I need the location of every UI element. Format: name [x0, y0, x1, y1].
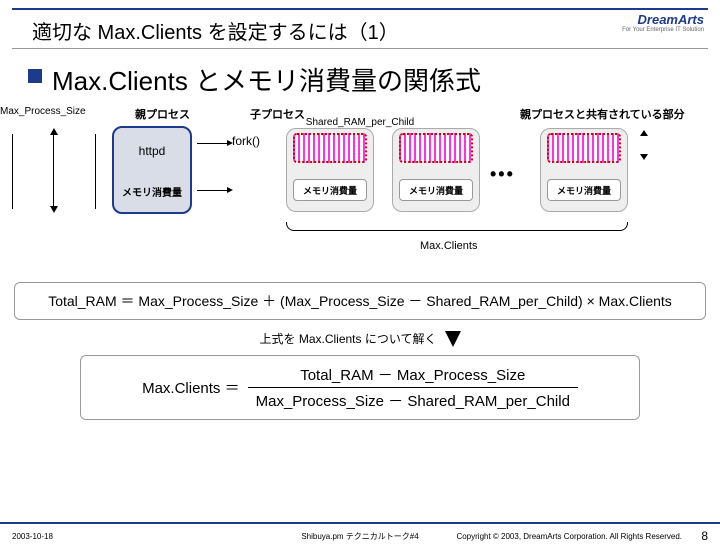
- httpd-label: httpd: [114, 144, 190, 158]
- shared-region: [293, 133, 367, 163]
- child-label: 子プロセス: [250, 106, 305, 122]
- arrow-down-icon: [445, 331, 461, 347]
- result-lhs: Max.Clients ＝: [142, 377, 240, 398]
- denominator: Max_Process_Size － Shared_RAM_per_Child: [248, 387, 578, 411]
- measure-line: [12, 134, 13, 209]
- measure-line: [95, 134, 96, 209]
- shared-region: [547, 133, 621, 163]
- brace-icon: [286, 218, 628, 236]
- bullet-icon: [28, 69, 42, 83]
- fork-arrow-icon: [197, 143, 227, 144]
- shared-region: [399, 133, 473, 163]
- formula-result: Max.Clients ＝ Total_RAM － Max_Process_Si…: [80, 355, 640, 420]
- numerator: Total_RAM － Max_Process_Size: [292, 364, 533, 387]
- arrow-down-icon: [640, 154, 648, 160]
- main-heading: Max.Clients とメモリ消費量の関係式: [28, 61, 720, 98]
- formula-total: Total_RAM ＝ Max_Process_Size ＋ (Max_Proc…: [14, 282, 706, 320]
- solve-text: 上式を Max.Clients について解く: [260, 330, 437, 347]
- main-heading-text: Max.Clients とメモリ消費量の関係式: [52, 61, 481, 98]
- child-process-box: メモリ消費量: [286, 128, 374, 212]
- footer: 2003-10-18 Shibuya.pm テクニカルトーク#4 Copyrig…: [0, 522, 720, 548]
- memory-label: メモリ消費量: [547, 179, 621, 201]
- memory-label: メモリ消費量: [399, 179, 473, 201]
- arrow-up-icon: [50, 128, 58, 135]
- solve-row: 上式を Max.Clients について解く: [0, 330, 720, 347]
- parent-process-box: httpd メモリ消費量: [112, 126, 192, 214]
- top-rule: [12, 8, 708, 10]
- child-process-box: メモリ消費量: [540, 128, 628, 212]
- measure-arrow: [53, 135, 54, 207]
- brand-tagline: For Your Enterprise IT Solution: [622, 27, 704, 33]
- brand-logo: DreamArts: [638, 12, 704, 27]
- fork-label: fork(): [232, 134, 260, 148]
- fraction: Total_RAM － Max_Process_Size Max_Process…: [248, 364, 578, 411]
- arrow-down-icon: [50, 206, 58, 213]
- shared-label: 親プロセスと共有されている部分: [520, 106, 685, 122]
- slide-title: 適切な Max.Clients を設定するには（1）: [32, 16, 720, 45]
- child-process-box: メモリ消費量: [392, 128, 480, 212]
- brace-label: Max.Clients: [420, 240, 477, 252]
- page-number: 8: [701, 529, 708, 543]
- parent-label: 親プロセス: [135, 106, 190, 122]
- ellipsis-icon: •••: [490, 164, 515, 185]
- memory-label: メモリ消費量: [293, 179, 367, 201]
- process-diagram: 親プロセス 子プロセス 親プロセスと共有されている部分 Max_Process_…: [0, 106, 720, 276]
- footer-copyright: Copyright © 2003, DreamArts Corporation.…: [456, 532, 682, 541]
- arrow-up-icon: [640, 130, 648, 136]
- memory-label: メモリ消費量: [114, 184, 190, 199]
- shared-ram-measure: [640, 130, 648, 160]
- title-rule: [12, 48, 708, 49]
- footer-date: 2003-10-18: [12, 532, 53, 541]
- fork-arrow-icon: [197, 190, 227, 191]
